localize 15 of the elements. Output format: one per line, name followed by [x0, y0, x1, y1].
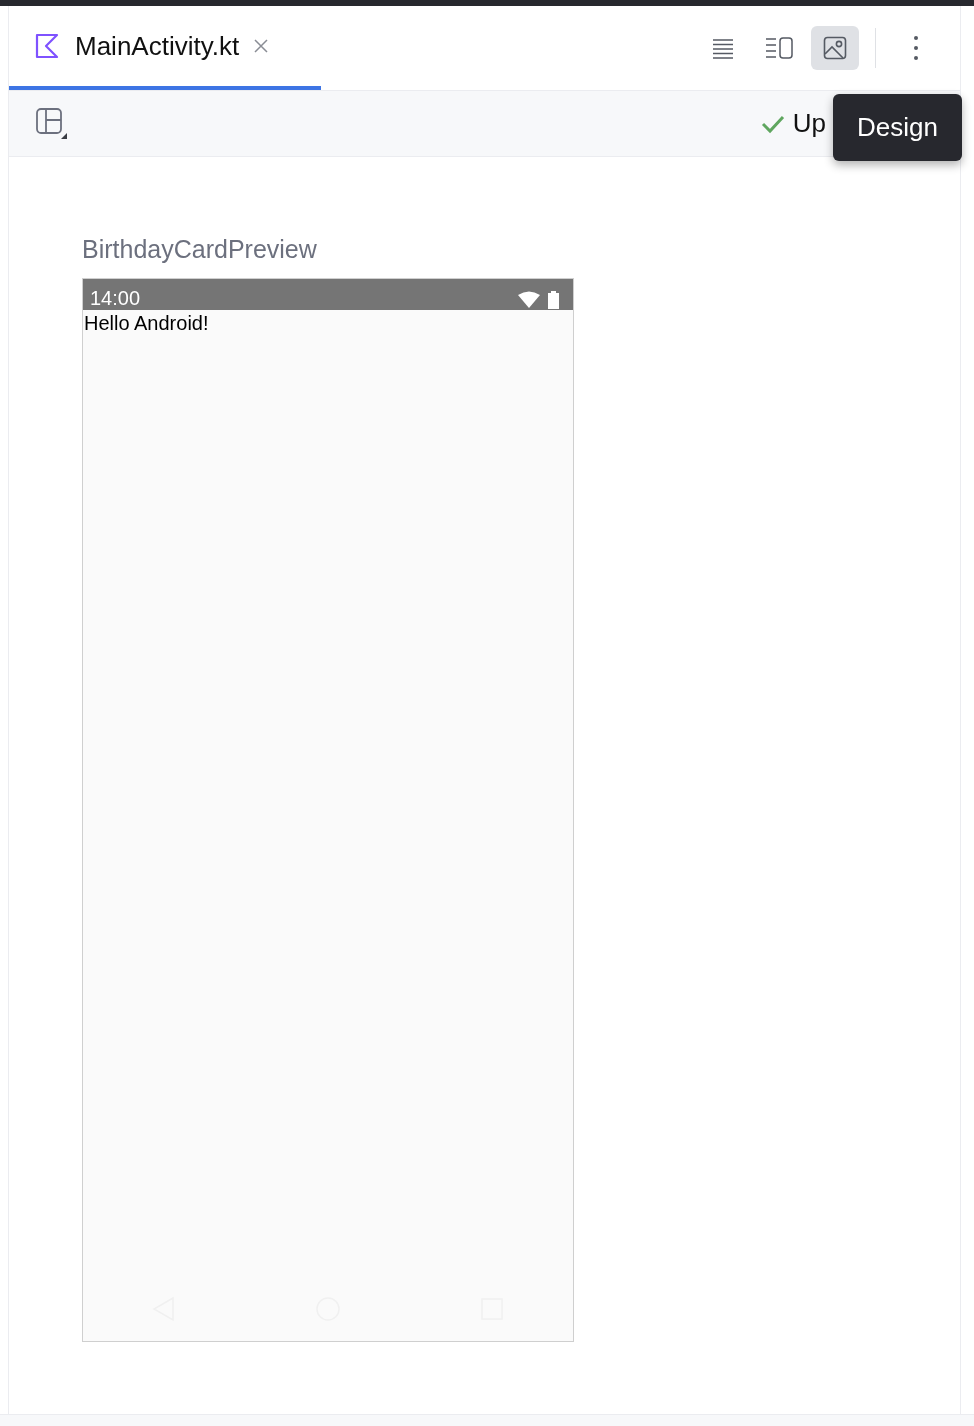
status-text: Up: [792, 108, 826, 139]
tooltip: Design: [833, 94, 962, 161]
kotlin-file-icon: [35, 33, 61, 59]
close-icon[interactable]: [253, 38, 270, 54]
status-time: 14:00: [90, 287, 141, 310]
view-mode-button[interactable]: [811, 26, 859, 70]
preview-title: BirthdayCardPreview: [82, 235, 318, 264]
layout-icon[interactable]: [35, 106, 69, 141]
tab-label: MainActivity.kt: [75, 30, 240, 62]
check-icon: [760, 113, 785, 134]
more-icon: [913, 35, 919, 61]
image-icon: [823, 36, 847, 60]
lines-icon: [712, 37, 734, 59]
split-view-icon: [765, 36, 793, 60]
preview-text: Hello Android!: [83, 311, 210, 336]
